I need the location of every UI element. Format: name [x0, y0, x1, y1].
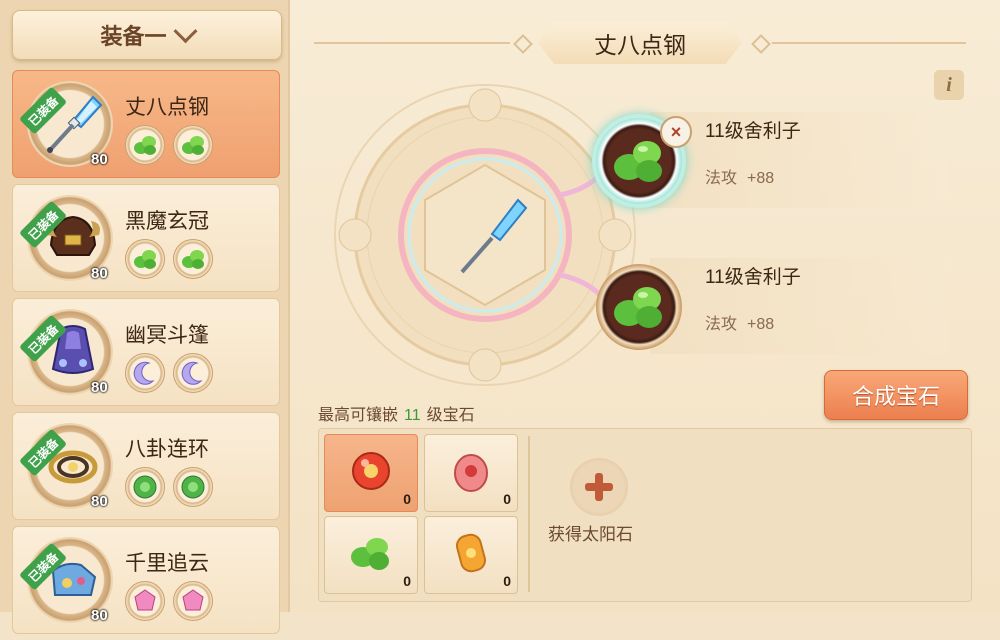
equipment-level: 80: [91, 493, 108, 510]
inventory-slot[interactable]: 0: [424, 516, 518, 594]
gem-slot[interactable]: [173, 581, 213, 621]
pink-gem-icon: [182, 589, 204, 611]
gem-attribute: 法攻 +88: [705, 310, 774, 334]
equipment-set-dropdown[interactable]: 装备一: [12, 10, 282, 60]
pink-gem-icon: [134, 589, 156, 611]
orange-gem-icon: [455, 533, 487, 573]
gem-attr-label: 法攻: [705, 316, 738, 333]
gem-slot[interactable]: [173, 467, 213, 507]
gem-name: 11级舍利子: [705, 121, 801, 142]
equipment-set-label: 装备一: [100, 24, 167, 49]
gem-slot[interactable]: [173, 125, 213, 165]
gem-attr-label: 法攻: [705, 170, 738, 187]
add-icon[interactable]: [570, 458, 628, 516]
equipment-item[interactable]: 已装备 80 黑魔玄冠: [12, 184, 280, 292]
gem-slot[interactable]: [125, 125, 165, 165]
equipment-level: 80: [91, 151, 108, 168]
equipment-level: 80: [91, 607, 108, 624]
equipment-item[interactable]: 已装备 80 八卦连环: [12, 412, 280, 520]
item-count: 0: [503, 573, 511, 589]
green-gem-icon: [182, 250, 204, 269]
gem-slot[interactable]: [125, 239, 165, 279]
equipment-list: 已装备 80 丈八点钢 已装备 80 黑魔玄冠 已装备 80 幽冥斗篷 已装备 …: [12, 70, 280, 640]
max-level-value: 11: [404, 407, 421, 424]
inventory-slot[interactable]: 0: [324, 516, 418, 594]
equipment-name: 丈八点钢: [125, 96, 209, 119]
gem-name: 11级舍利子: [705, 267, 801, 288]
max-gem-level-label: 最高可镶嵌 11 级宝石: [318, 401, 475, 425]
gem-slot[interactable]: [125, 581, 165, 621]
gem-slot[interactable]: [125, 353, 165, 393]
inventory-slot[interactable]: 0: [324, 434, 418, 512]
equipment-name: 千里追云: [125, 552, 209, 575]
green-gem-icon: [134, 250, 156, 269]
inventory-slot[interactable]: 0: [424, 434, 518, 512]
sarira-gem-icon: [614, 141, 662, 182]
equipment-socket-circle: [334, 84, 636, 386]
item-count: 0: [403, 491, 411, 507]
equipment-name: 黑魔玄冠: [125, 210, 209, 233]
moon-gem-icon: [181, 361, 203, 385]
inventory-divider: [528, 436, 530, 592]
sarira-gem-icon: [614, 287, 662, 328]
equipment-name: 幽冥斗篷: [125, 324, 209, 347]
item-count: 0: [403, 573, 411, 589]
green-gem-icon: [182, 136, 204, 155]
equipment-item[interactable]: 已装备 80 千里追云: [12, 526, 280, 634]
max-label-suffix: 级宝石: [426, 407, 475, 424]
info-button[interactable]: i: [934, 70, 964, 100]
gem-attr-value: +88: [747, 170, 775, 187]
sarira-gem-icon: [351, 538, 389, 570]
gem-slot[interactable]: [173, 353, 213, 393]
moon-gem-icon: [133, 361, 155, 385]
equipment-level: 80: [91, 265, 108, 282]
chevron-down-icon: [172, 18, 198, 43]
gem-socket[interactable]: [596, 264, 682, 350]
obtain-sun-stone-label[interactable]: 获得太阳石: [548, 520, 633, 545]
equipment-sidebar: 装备一 已装备 80 丈八点钢 已装备 80 黑魔玄冠 已装备 80 幽冥斗篷 …: [0, 0, 290, 634]
max-label-prefix: 最高可镶嵌: [318, 407, 399, 424]
socketed-gem-card: 11级舍利子 法攻 +88: [650, 112, 950, 208]
title-divider-right: [772, 42, 966, 44]
equipment-level: 80: [91, 379, 108, 396]
jade-gem-icon: [181, 475, 205, 499]
jade-gem-icon: [133, 475, 157, 499]
item-count: 0: [503, 491, 511, 507]
sun-stone-icon: [352, 452, 390, 490]
gem-attribute: 法攻 +88: [705, 164, 774, 188]
equipment-item[interactable]: 已装备 80 幽冥斗篷: [12, 298, 280, 406]
equipment-item[interactable]: 已装备 80 丈八点钢: [12, 70, 280, 178]
close-icon[interactable]: ×: [660, 116, 692, 148]
title-divider-left: [314, 42, 510, 44]
equipment-name: 八卦连环: [125, 438, 209, 461]
gem-slot[interactable]: [125, 467, 165, 507]
green-gem-icon: [134, 136, 156, 155]
red-gem-icon: [454, 454, 488, 492]
socketed-gem-card: 11级舍利子 法攻 +88: [650, 258, 950, 354]
craft-gem-button[interactable]: 合成宝石: [824, 370, 968, 420]
gem-attr-value: +88: [747, 316, 775, 333]
gem-slot[interactable]: [173, 239, 213, 279]
page-title: 丈八点钢: [538, 22, 742, 64]
